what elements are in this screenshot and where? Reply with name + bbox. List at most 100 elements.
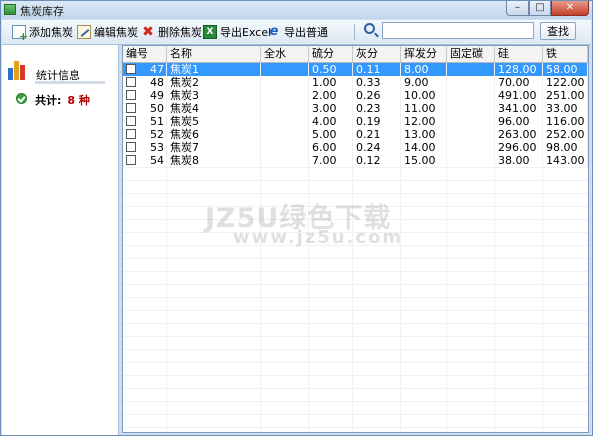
cell-sulfur: 6.00	[309, 141, 353, 154]
check-circle-icon	[16, 93, 27, 104]
table-row[interactable]: 51 焦炭5 4.00 0.19 12.00 96.00 116.00	[123, 115, 588, 128]
grid-line	[123, 297, 588, 298]
cell-fe: 143.00	[543, 154, 588, 167]
cell-volatile: 15.00	[401, 154, 447, 167]
cell-volatile: 12.00	[401, 115, 447, 128]
row-checkbox[interactable]	[126, 103, 136, 113]
cell-fe: 98.00	[543, 141, 588, 154]
cell-water	[261, 89, 309, 102]
table-row[interactable]: 48 焦炭2 1.00 0.33 9.00 70.00 122.00	[123, 76, 588, 89]
grid-line	[123, 427, 588, 428]
cell-ash: 0.12	[353, 154, 401, 167]
window-title: 焦炭库存	[20, 5, 64, 18]
cell-name: 焦炭3	[167, 89, 261, 102]
row-checkbox[interactable]	[126, 116, 136, 126]
cell-fe: 33.00	[543, 102, 588, 115]
export-excel-button[interactable]: X 导出Excel	[203, 24, 271, 40]
cell-water	[261, 141, 309, 154]
col-header-sulfur[interactable]: 硫分	[309, 46, 353, 62]
cell-fe: 251.00	[543, 89, 588, 102]
cell-name: 焦炭5	[167, 115, 261, 128]
cell-sulfur: 1.00	[309, 76, 353, 89]
table-row[interactable]: 54 焦炭8 7.00 0.12 15.00 38.00 143.00	[123, 154, 588, 167]
grid-line	[123, 271, 588, 272]
export-normal-button[interactable]: e 导出普通	[267, 24, 328, 40]
cell-sulfur: 0.50	[309, 63, 353, 76]
cell-name: 焦炭6	[167, 128, 261, 141]
cell-si: 96.00	[495, 115, 543, 128]
minimize-button[interactable]: –	[506, 1, 529, 16]
cell-fe: 58.00	[543, 63, 588, 76]
row-checkbox[interactable]	[126, 155, 136, 165]
close-button[interactable]: ✕	[551, 1, 589, 16]
row-checkbox[interactable]	[126, 64, 136, 74]
row-checkbox[interactable]	[126, 77, 136, 87]
col-header-fixed-carbon[interactable]: 固定碳	[447, 46, 495, 62]
table-row[interactable]: 49 焦炭3 2.00 0.26 10.00 491.00 251.00	[123, 89, 588, 102]
find-button[interactable]: 查找	[540, 22, 576, 40]
cell-sulfur: 5.00	[309, 128, 353, 141]
toolbar-separator	[354, 24, 355, 40]
add-coke-label: 添加焦炭	[29, 26, 73, 39]
cell-sulfur: 7.00	[309, 154, 353, 167]
cell-name: 焦炭1	[167, 63, 261, 76]
cell-si: 38.00	[495, 154, 543, 167]
cell-fixed-carbon	[447, 89, 495, 102]
table-row[interactable]: 50 焦炭4 3.00 0.23 11.00 341.00 33.00	[123, 102, 588, 115]
grid-line	[123, 258, 588, 259]
delete-coke-button[interactable]: ✖ 删除焦炭	[141, 24, 202, 40]
add-coke-button[interactable]: 添加焦炭	[12, 24, 73, 43]
cell-water	[261, 115, 309, 128]
cell-name: 焦炭7	[167, 141, 261, 154]
row-checkbox[interactable]	[126, 90, 136, 100]
cell-volatile: 13.00	[401, 128, 447, 141]
col-header-volatile[interactable]: 挥发分	[401, 46, 447, 62]
row-checkbox[interactable]	[126, 129, 136, 139]
grid-line	[123, 323, 588, 324]
cell-volatile: 14.00	[401, 141, 447, 154]
maximize-button[interactable]: □	[529, 1, 551, 16]
col-header-id[interactable]: 编号	[123, 46, 167, 62]
grid-line	[123, 375, 588, 376]
grid-line	[123, 362, 588, 363]
grid-line	[123, 414, 588, 415]
app-icon	[4, 4, 16, 15]
edit-coke-label: 编辑焦炭	[94, 26, 138, 39]
cell-name: 焦炭2	[167, 76, 261, 89]
cell-si: 341.00	[495, 102, 543, 115]
cell-fixed-carbon	[447, 63, 495, 76]
bar-chart-icon	[8, 60, 30, 80]
stat-divider	[35, 81, 105, 84]
grid-line	[123, 284, 588, 285]
row-checkbox[interactable]	[126, 142, 136, 152]
col-header-ash[interactable]: 灰分	[353, 46, 401, 62]
cell-ash: 0.24	[353, 141, 401, 154]
cell-ash: 0.33	[353, 76, 401, 89]
main-window: 焦炭库存 – □ ✕ 添加焦炭 编辑焦炭 ✖ 删除焦炭 X 导出Excel e …	[0, 0, 593, 436]
cell-water	[261, 63, 309, 76]
grid-line	[123, 349, 588, 350]
cell-si: 263.00	[495, 128, 543, 141]
title-bar[interactable]: 焦炭库存 – □ ✕	[1, 1, 592, 19]
excel-icon: X	[203, 25, 217, 39]
col-header-fe[interactable]: 铁	[543, 46, 588, 62]
cell-fe: 116.00	[543, 115, 588, 128]
table-header: 编号 名称 全水 硫分 灰分 挥发分 固定碳 硅 铁	[123, 46, 588, 63]
edit-coke-button[interactable]: 编辑焦炭	[77, 24, 138, 40]
table-row[interactable]: 47 焦炭1 0.50 0.11 8.00 128.00 58.00	[123, 63, 588, 76]
cell-fixed-carbon	[447, 154, 495, 167]
cell-si: 128.00	[495, 63, 543, 76]
cell-volatile: 11.00	[401, 102, 447, 115]
grid-line	[123, 180, 588, 181]
col-header-name[interactable]: 名称	[167, 46, 261, 62]
search-input[interactable]	[382, 22, 534, 39]
table-row[interactable]: 52 焦炭6 5.00 0.21 13.00 263.00 252.00	[123, 128, 588, 141]
grid-line	[123, 167, 588, 168]
col-header-water[interactable]: 全水	[261, 46, 309, 62]
cell-fixed-carbon	[447, 141, 495, 154]
table-row[interactable]: 53 焦炭7 6.00 0.24 14.00 296.00 98.00	[123, 141, 588, 154]
search-icon	[364, 23, 375, 34]
cell-sulfur: 2.00	[309, 89, 353, 102]
grid-line	[123, 336, 588, 337]
col-header-si[interactable]: 硅	[495, 46, 543, 62]
